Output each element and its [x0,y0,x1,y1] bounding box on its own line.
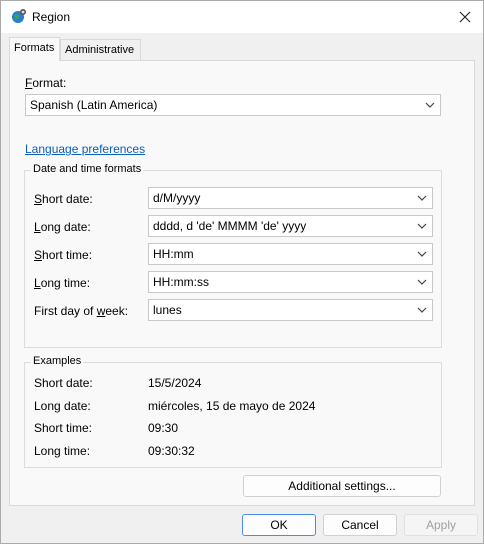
short-date-select[interactable]: d/M/yyyy [148,187,433,209]
long-date-select[interactable]: dddd, d 'de' MMMM 'de' yyyy [148,215,433,237]
short-time-select[interactable]: HH:mm [148,243,433,265]
examples-group: Examples Short date: 15/5/2024 Long date… [24,355,442,468]
chevron-down-icon [417,195,427,201]
short-date-label: Short date: [34,192,93,206]
short-date-value: d/M/yyyy [153,191,201,205]
example-long-time-value: 09:30:32 [148,444,195,458]
long-time-label: Long time: [34,276,91,290]
region-dialog: Region Formats Administrative Format: Sp… [0,0,484,544]
format-select[interactable]: Spanish (Latin America) [25,94,441,116]
close-button[interactable] [453,5,477,29]
first-day-of-week-label: First day of week: [34,304,129,318]
long-date-value: dddd, d 'de' MMMM 'de' yyyy [153,219,307,233]
format-label: Format: [25,76,67,90]
example-long-time-label: Long time: [34,444,91,458]
format-value: Spanish (Latin America) [30,98,158,112]
example-short-time-value: 09:30 [148,421,179,435]
apply-button[interactable]: Apply [404,514,478,536]
chevron-down-icon [425,102,435,108]
first-day-of-week-select[interactable]: lunes [148,299,433,321]
formats-panel: Format: Spanish (Latin America) Language… [9,60,475,506]
date-time-formats-group: Date and time formats Short date: d/M/yy… [24,163,442,348]
short-time-value: HH:mm [153,247,194,261]
long-time-select[interactable]: HH:mm:ss [148,271,433,293]
language-preferences-link[interactable]: Language preferences [25,142,145,156]
example-short-date-value: 15/5/2024 [148,376,202,390]
chevron-down-icon [417,307,427,313]
first-day-of-week-value: lunes [153,303,182,317]
chevron-down-icon [417,251,427,257]
window-title: Region [32,10,71,24]
close-icon [459,11,471,23]
long-date-label: Long date: [34,220,91,234]
short-time-label: Short time: [34,248,93,262]
title-bar: Region [1,1,483,33]
cancel-button[interactable]: Cancel [323,514,397,536]
chevron-down-icon [417,223,427,229]
examples-group-title: Examples [31,355,84,367]
example-long-date-label: Long date: [34,399,91,413]
tab-formats[interactable]: Formats [9,37,60,61]
example-long-date-value: miércoles, 15 de mayo de 2024 [148,399,316,413]
date-time-group-title: Date and time formats [31,163,144,175]
tab-administrative[interactable]: Administrative [60,39,141,61]
example-short-time-label: Short time: [34,421,93,435]
additional-settings-button[interactable]: Additional settings... [243,475,441,497]
example-short-date-label: Short date: [34,376,93,390]
region-globe-icon [12,9,26,23]
long-time-value: HH:mm:ss [153,275,209,289]
ok-button[interactable]: OK [242,514,316,536]
chevron-down-icon [417,279,427,285]
